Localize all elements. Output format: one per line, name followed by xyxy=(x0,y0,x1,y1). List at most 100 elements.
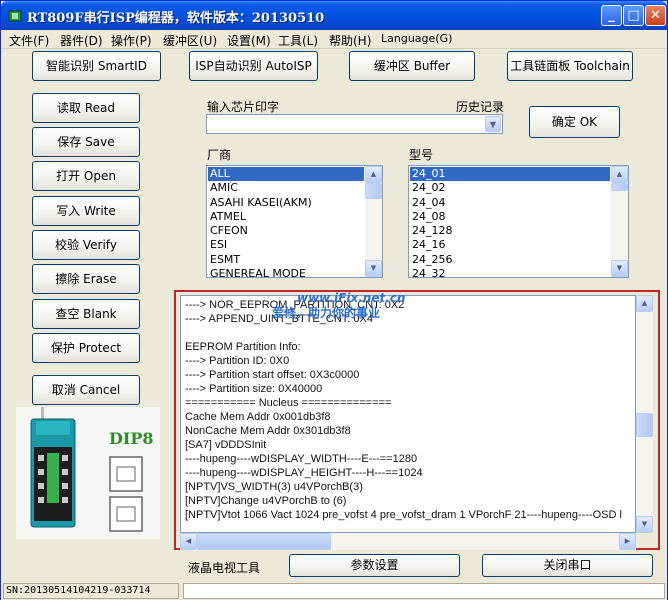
list-item[interactable]: GENEREAL MODE xyxy=(208,267,364,277)
verify-label: 校验 Verify xyxy=(55,238,117,252)
menu-operation[interactable]: 操作(P) xyxy=(111,32,152,49)
scroll-left-icon[interactable]: ◀ xyxy=(180,533,197,550)
scrollbar-thumb[interactable] xyxy=(365,183,382,199)
menu-file[interactable]: 文件(F) xyxy=(9,32,49,49)
erase-label: 擦除 Erase xyxy=(55,272,117,286)
toolchain-label: 工具链面板 Toolchain xyxy=(510,59,630,73)
param-settings-button[interactable]: 参数设置 xyxy=(289,554,460,577)
blank-label: 查空 Blank xyxy=(55,307,117,321)
save-button[interactable]: 保存 Save xyxy=(32,127,140,157)
log-line: [SA7] vDDDSInit xyxy=(185,439,267,451)
chip-marking-combobox[interactable]: ▼ xyxy=(206,114,503,134)
log-line: [NPTV]Vtot 1066 Vact 1024 pre_vofst 4 pr… xyxy=(185,509,622,521)
scroll-up-icon[interactable]: ▲ xyxy=(365,166,382,183)
chip-socket-image xyxy=(16,407,160,539)
list-item[interactable]: 24_16 xyxy=(410,238,610,252)
scroll-up-icon[interactable]: ▲ xyxy=(611,166,628,183)
scroll-up-icon[interactable]: ▲ xyxy=(636,295,653,312)
log-line: =========== Nucleus ============== xyxy=(185,397,392,409)
serial-number: SN:20130514104219-033714 xyxy=(3,583,179,599)
minimize-icon: _ xyxy=(608,8,615,23)
log-line: ----> Partition ID: 0X0 xyxy=(185,355,290,367)
list-item[interactable]: ALL xyxy=(208,167,364,182)
open-label: 打开 Open xyxy=(56,169,116,183)
list-item[interactable]: ATMEL xyxy=(208,210,364,224)
window-title: RT809F串行ISP编程器，软件版本：20130510 xyxy=(27,11,325,26)
scrollbar-thumb[interactable] xyxy=(611,183,628,191)
menu-help[interactable]: 帮助(H) xyxy=(329,32,371,49)
buffer-label: 缓冲区 Buffer xyxy=(373,59,451,73)
cancel-button[interactable]: 取消 Cancel xyxy=(32,375,140,405)
ok-label: 确定 OK xyxy=(551,115,598,129)
menu-settings[interactable]: 设置(M) xyxy=(227,32,271,49)
log-horizontal-scrollbar[interactable]: ◀ ▶ xyxy=(180,533,636,550)
toolchain-button[interactable]: 工具链面板 Toolchain xyxy=(507,51,633,81)
log-line: [NPTV]VS_WIDTH(3) u4VPorchB(3) xyxy=(185,481,363,493)
read-button[interactable]: 读取 Read xyxy=(32,93,140,123)
close-port-button[interactable]: 关闭串口 xyxy=(482,554,653,577)
dip-socket-icon xyxy=(16,407,160,539)
scroll-down-icon[interactable]: ▼ xyxy=(636,516,653,533)
menu-bar: 文件(F) 器件(D) 操作(P) 缓冲区(U) 设置(M) 工具(L) 帮助(… xyxy=(1,30,667,49)
status-panel xyxy=(183,583,665,599)
lcd-tools-label: 液晶电视工具 xyxy=(188,561,261,575)
model-list[interactable]: 24_01 24_02 24_04 24_08 24_128 24_16 24_… xyxy=(408,165,629,278)
model-scrollbar[interactable]: ▲ ▼ xyxy=(611,166,628,277)
list-item[interactable]: CFEON xyxy=(208,224,364,238)
protect-button[interactable]: 保护 Protect xyxy=(32,333,140,363)
menu-language[interactable]: Language(G) xyxy=(381,32,452,45)
list-item[interactable]: ASAHI KASEI(AKM) xyxy=(208,196,364,210)
auto-isp-button[interactable]: ISP自动识别 AutoISP xyxy=(189,51,318,81)
log-line: ----> Partition start offset: 0X3c0000 xyxy=(185,369,360,381)
scrollbar-thumb[interactable] xyxy=(636,413,653,437)
read-label: 读取 Read xyxy=(57,101,115,115)
log-output[interactable]: ----> NOR_EEPROM_PARTITION_CNT: 0X2 ----… xyxy=(180,295,636,533)
auto-isp-label: ISP自动识别 AutoISP xyxy=(195,59,312,73)
write-button[interactable]: 写入 Write xyxy=(32,196,140,226)
verify-button[interactable]: 校验 Verify xyxy=(32,230,140,260)
close-port-label: 关闭串口 xyxy=(543,558,592,572)
watermark-slogan: 爱修，助力你的事业 xyxy=(272,306,381,320)
app-icon xyxy=(8,10,22,22)
chip-marking-label: 输入芯片印字 xyxy=(207,100,280,114)
list-item[interactable]: ESI xyxy=(208,238,364,252)
scroll-right-icon[interactable]: ▶ xyxy=(619,533,636,550)
smart-id-button[interactable]: 智能识别 SmartID xyxy=(32,51,161,81)
list-item[interactable]: 24_128 xyxy=(410,224,610,238)
erase-button[interactable]: 擦除 Erase xyxy=(32,264,140,294)
list-item[interactable]: 24_32 xyxy=(410,267,610,277)
list-item[interactable]: 24_04 xyxy=(410,196,610,210)
scrollbar-thumb[interactable] xyxy=(197,533,331,550)
log-vertical-scrollbar[interactable]: ▲ ▼ xyxy=(636,295,653,533)
maximize-icon: □ xyxy=(627,8,640,23)
history-label: 历史记录 xyxy=(456,100,505,114)
list-item[interactable]: ESMT xyxy=(208,253,364,267)
ok-button[interactable]: 确定 OK xyxy=(529,106,620,138)
model-label: 型号 xyxy=(409,148,434,162)
buffer-button[interactable]: 缓冲区 Buffer xyxy=(349,51,475,81)
list-item[interactable]: 24_256 xyxy=(410,253,610,267)
list-item[interactable]: AMIC xyxy=(208,181,364,195)
minimize-button[interactable]: _ xyxy=(601,5,622,26)
protect-label: 保护 Protect xyxy=(50,341,122,355)
scroll-down-icon[interactable]: ▼ xyxy=(365,260,382,277)
log-line: ----> Partition size: 0X40000 xyxy=(185,383,323,395)
list-item[interactable]: 24_08 xyxy=(410,210,610,224)
menu-device[interactable]: 器件(D) xyxy=(60,32,103,49)
manufacturer-scrollbar[interactable]: ▲ ▼ xyxy=(365,166,382,277)
list-item[interactable]: 24_02 xyxy=(410,181,610,195)
dip-label: DIP8 xyxy=(109,429,154,448)
title-bar[interactable]: RT809F串行ISP编程器，软件版本：20130510 _ □ ✕ xyxy=(1,1,667,30)
open-button[interactable]: 打开 Open xyxy=(32,161,140,191)
menu-tools[interactable]: 工具(L) xyxy=(278,32,318,49)
close-icon: ✕ xyxy=(650,8,661,23)
blank-button[interactable]: 查空 Blank xyxy=(32,299,140,329)
watermark-url: www.iFix.net.cn xyxy=(297,291,406,305)
maximize-button[interactable]: □ xyxy=(623,5,644,26)
close-button[interactable]: ✕ xyxy=(645,5,666,26)
scroll-down-icon[interactable]: ▼ xyxy=(611,260,628,277)
list-item[interactable]: 24_01 xyxy=(410,167,610,182)
manufacturer-list[interactable]: ALL AMIC ASAHI KASEI(AKM) ATMEL CFEON ES… xyxy=(206,165,383,278)
menu-buffer[interactable]: 缓冲区(U) xyxy=(163,32,217,49)
chevron-down-icon[interactable]: ▼ xyxy=(485,116,501,132)
